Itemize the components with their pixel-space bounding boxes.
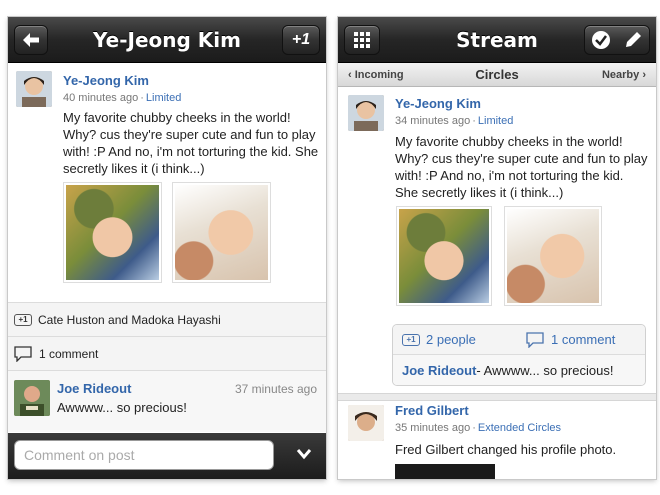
- post-time: 35 minutes ago: [395, 422, 471, 434]
- latest-comment-author: Joe Rideout: [402, 362, 477, 378]
- post-time: 34 minutes ago: [395, 115, 471, 127]
- post-text: My favorite chubby cheeks in the world! …: [63, 110, 319, 176]
- grid-icon: [354, 32, 370, 48]
- post-visibility[interactable]: Limited: [478, 115, 513, 127]
- meta-separator: ·: [140, 92, 144, 104]
- post-actions-box: +1 2 people 1 comment Joe Rideout - Awww…: [392, 324, 646, 386]
- avatar[interactable]: [348, 405, 384, 441]
- commenter-avatar[interactable]: [14, 380, 50, 416]
- plus-ones-link[interactable]: +1 2 people: [393, 332, 526, 347]
- plus-ones-row[interactable]: +1 Cate Huston and Madoka Hayashi: [8, 302, 326, 336]
- compose-button[interactable]: [623, 30, 643, 50]
- comment-bubble-icon: [14, 345, 32, 362]
- comments-count: 1 comment: [39, 346, 99, 361]
- post-visibility[interactable]: Extended Circles: [478, 422, 561, 434]
- avatar-photo: [348, 95, 384, 131]
- comments-count-row[interactable]: 1 comment: [8, 336, 326, 370]
- post-meta: 40 minutes ago · Limited: [63, 92, 181, 104]
- collapse-button[interactable]: [296, 447, 312, 465]
- comment-author[interactable]: Joe Rideout: [57, 381, 131, 396]
- comment-time: 37 minutes ago: [234, 382, 317, 396]
- post-text: Fred Gilbert changed his profile photo.: [395, 442, 617, 457]
- comments-count: 1 comment: [551, 332, 616, 347]
- comment-compose-bar: [8, 433, 326, 479]
- latest-comment-text: - Awwww... so precious!: [476, 362, 614, 378]
- commenter-photo: [14, 380, 50, 416]
- post-stats-row: +1 2 people 1 comment: [393, 325, 645, 355]
- comment-text: Awwww... so precious!: [57, 400, 187, 415]
- circle-switcher: ‹ Incoming Circles Nearby ›: [338, 63, 656, 87]
- chevron-down-icon: [296, 449, 312, 460]
- post-divider: [338, 393, 656, 401]
- post-meta: 34 minutes ago · Limited: [395, 115, 513, 127]
- comments-link[interactable]: 1 comment: [526, 331, 616, 348]
- post-time: 40 minutes ago: [63, 92, 139, 104]
- post-photo-2[interactable]: [172, 182, 271, 283]
- post-visibility[interactable]: Limited: [146, 92, 181, 104]
- meta-separator: ·: [472, 115, 476, 127]
- post-photo-1[interactable]: [396, 206, 492, 306]
- apps-button[interactable]: [344, 25, 380, 55]
- page-title: Ye-Jeong Kim: [93, 28, 241, 52]
- avatar[interactable]: [348, 95, 384, 131]
- comment-bubble-icon: [526, 331, 544, 348]
- checkmark-icon: [592, 31, 610, 49]
- avatar-photo: [16, 71, 52, 107]
- post-photo-2[interactable]: [504, 206, 602, 306]
- back-button[interactable]: [14, 25, 48, 55]
- plus-one-label: +1: [291, 31, 311, 48]
- post-photo-1[interactable]: [63, 182, 162, 283]
- post-text: My favorite chubby cheeks in the world! …: [395, 134, 648, 200]
- avatar-photo: [348, 405, 384, 441]
- post-author[interactable]: Ye-Jeong Kim: [63, 73, 149, 88]
- pencil-icon: [626, 32, 641, 47]
- comment-input[interactable]: [14, 440, 274, 470]
- plus-ones-count: 2 people: [426, 332, 476, 347]
- stream-screen: Stream ‹ Incoming Circles Nearby › Ye-Je…: [338, 17, 656, 479]
- plus-one-icon: +1: [14, 313, 32, 326]
- action-buttons: [584, 25, 650, 55]
- post-author[interactable]: Fred Gilbert: [395, 403, 469, 418]
- post-photo[interactable]: [395, 464, 495, 479]
- avatar[interactable]: [16, 71, 52, 107]
- checkin-button[interactable]: [591, 30, 611, 50]
- back-arrow-icon: [23, 33, 39, 47]
- top-bar: Stream: [338, 17, 656, 63]
- post-author[interactable]: Ye-Jeong Kim: [395, 96, 481, 111]
- latest-comment[interactable]: Joe Rideout - Awwww... so precious!: [393, 355, 645, 385]
- post-detail-screen: Ye-Jeong Kim +1 Ye-Jeong Kim 40 minutes …: [8, 17, 326, 479]
- plus-one-icon: +1: [402, 333, 420, 346]
- page-title: Stream: [456, 28, 538, 52]
- plus-ones-names: Cate Huston and Madoka Hayashi: [38, 312, 221, 327]
- plus-one-button[interactable]: +1: [282, 25, 320, 55]
- top-bar: Ye-Jeong Kim +1: [8, 17, 326, 63]
- meta-separator: ·: [472, 422, 476, 434]
- nearby-tab[interactable]: Nearby ›: [602, 69, 646, 81]
- post-meta: 35 minutes ago · Extended Circles: [395, 422, 561, 434]
